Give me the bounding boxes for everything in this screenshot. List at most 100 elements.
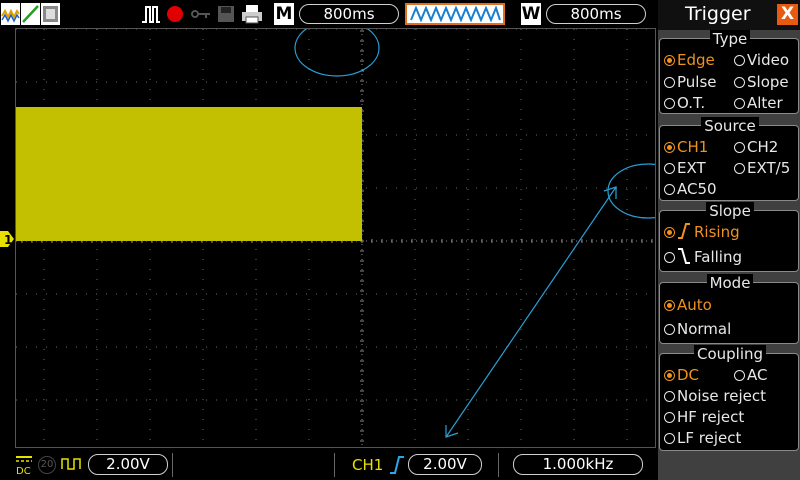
radio-icon	[664, 55, 675, 66]
coupling-option-ac[interactable]: AC	[734, 366, 767, 384]
radio-icon	[734, 55, 745, 66]
radio-icon	[664, 433, 675, 444]
type-option-video[interactable]: Video	[734, 51, 789, 69]
ch1-scale-display[interactable]: 2.00V	[88, 454, 168, 475]
frequency-display: 1.000kHz	[513, 454, 643, 475]
coupling-option-noise-reject[interactable]: Noise reject	[664, 387, 766, 405]
save-disk-icon[interactable]	[217, 3, 235, 25]
coupling-option-lf-reject[interactable]: LF reject	[664, 429, 741, 447]
rising-edge-icon	[678, 223, 690, 239]
record-icon[interactable]	[165, 3, 185, 25]
radio-icon	[664, 163, 675, 174]
annotation-ellipse-right	[607, 163, 655, 219]
trigger-level-display[interactable]: 2.00V	[408, 454, 482, 475]
source-section: Source CH1 CH2 EXT EXT/5 AC50	[659, 117, 799, 201]
bottom-status-bar: DC 20 2.00V CH1 2.00V 1.000kHz	[0, 449, 658, 480]
option-label: O.T.	[677, 94, 706, 112]
type-option-pulse[interactable]: Pulse	[664, 73, 717, 91]
mode-option-auto[interactable]: Auto	[664, 296, 712, 314]
waveform-display[interactable]	[15, 28, 656, 448]
option-label: AC50	[677, 180, 717, 198]
radio-icon	[664, 142, 675, 153]
radio-icon	[664, 300, 675, 311]
radio-icon	[734, 370, 745, 381]
annotation-ellipse-top	[294, 29, 380, 77]
ch1-level-marker[interactable]: 1	[0, 231, 14, 247]
option-label: HF reject	[677, 408, 745, 426]
wave-display-icon[interactable]	[1, 3, 20, 25]
slope-heading: Slope	[660, 202, 800, 220]
divider	[334, 453, 335, 477]
source-option-ext5[interactable]: EXT/5	[734, 159, 790, 177]
printer-icon[interactable]	[241, 3, 263, 25]
type-option-edge[interactable]: Edge	[664, 51, 715, 69]
type-option-slope[interactable]: Slope	[734, 73, 789, 91]
option-label: Video	[747, 51, 790, 69]
coupling-section: Coupling DC AC Noise reject HF reject LF…	[659, 345, 799, 451]
source-option-ext[interactable]: EXT	[664, 159, 706, 177]
option-label: Alter	[747, 94, 783, 112]
radio-icon	[664, 412, 675, 423]
option-label: Edge	[677, 51, 715, 69]
option-label: Pulse	[677, 73, 717, 91]
option-label: Auto	[677, 296, 712, 314]
radio-icon	[664, 98, 675, 109]
trigger-menu: Trigger X Type Edge Video Pulse Slope O.…	[658, 0, 800, 480]
close-button[interactable]: X	[777, 4, 798, 25]
option-label: LF reject	[677, 429, 742, 447]
window-time-display[interactable]: 800ms	[546, 4, 646, 24]
option-label: EXT/5	[747, 159, 791, 177]
option-label: AC	[747, 366, 768, 384]
divider	[172, 453, 173, 477]
radio-icon	[734, 77, 745, 88]
option-label: Falling	[694, 248, 742, 266]
top-status-bar: M 800ms W 800ms	[0, 0, 658, 28]
option-label: Noise reject	[677, 387, 766, 405]
option-label: Slope	[747, 73, 789, 91]
source-option-ch2[interactable]: CH2	[734, 138, 778, 156]
option-label: CH2	[747, 138, 779, 156]
radio-icon	[664, 324, 675, 335]
main-timebase-label: M	[274, 3, 294, 25]
source-option-ac50[interactable]: AC50	[664, 180, 717, 198]
mode-section: Mode Auto Normal	[659, 274, 799, 344]
dots-lines-icon[interactable]	[21, 3, 40, 25]
source-option-ch1[interactable]: CH1	[664, 138, 708, 156]
slope-section: Slope Rising Falling	[659, 202, 799, 272]
square-wave-icon	[61, 455, 83, 473]
persistence-icon[interactable]	[41, 3, 60, 25]
svg-text:1: 1	[4, 233, 12, 247]
mode-option-normal[interactable]: Normal	[664, 320, 731, 338]
coupling-heading: Coupling	[660, 345, 800, 363]
window-timebase-label: W	[521, 3, 541, 25]
radio-icon	[734, 98, 745, 109]
type-option-ot[interactable]: O.T.	[664, 94, 705, 112]
radio-icon	[664, 252, 675, 263]
type-option-alter[interactable]: Alter	[734, 94, 783, 112]
time-base-display[interactable]: 800ms	[299, 4, 399, 24]
memory-waveform-icon[interactable]	[405, 3, 505, 25]
radio-icon	[664, 77, 675, 88]
annotation-arrow	[445, 186, 617, 438]
option-label: CH1	[677, 138, 709, 156]
ch2-disabled-indicator: 20	[38, 456, 56, 474]
option-label: Normal	[677, 320, 732, 338]
coupling-option-dc[interactable]: DC	[664, 366, 699, 384]
option-label: DC	[677, 366, 700, 384]
option-label: Rising	[694, 223, 740, 241]
radio-icon	[734, 163, 745, 174]
coupling-option-hf-reject[interactable]: HF reject	[664, 408, 744, 426]
key-icon	[190, 3, 212, 25]
falling-edge-icon	[678, 248, 690, 264]
radio-icon	[664, 370, 675, 381]
slope-option-rising[interactable]: Rising	[664, 222, 740, 241]
radio-icon	[664, 184, 675, 195]
trigger-pulse-icon	[141, 3, 161, 25]
type-heading: Type	[660, 30, 800, 48]
slope-option-falling[interactable]: Falling	[664, 247, 742, 266]
divider	[498, 453, 499, 477]
source-heading: Source	[660, 117, 800, 135]
menu-header: Trigger X	[658, 0, 800, 30]
type-section: Type Edge Video Pulse Slope O.T. Alter	[659, 30, 799, 114]
radio-icon	[664, 227, 675, 238]
